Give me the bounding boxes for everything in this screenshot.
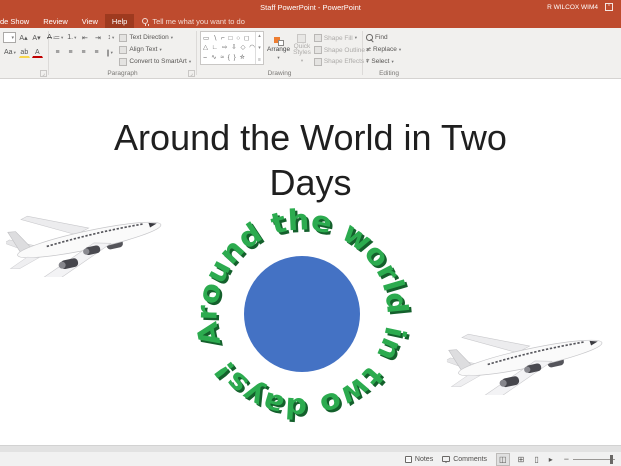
align-text-button[interactable]: Align Text ▾ <box>119 44 191 55</box>
shape-fill-icon <box>313 34 322 43</box>
globe-circle <box>244 256 360 372</box>
convert-smartart-button[interactable]: Convert to SmartArt ▾ <box>119 56 191 67</box>
shrink-font-button[interactable]: A▾ <box>31 32 42 43</box>
shapes-row[interactable]: △ ∟ ⇨ ⇩ ◇ ◠ <box>203 43 255 51</box>
shapes-gallery-scrollbar[interactable]: ▴ ▾ ≡ <box>255 32 263 64</box>
numbering-button[interactable]: 1. ▾ <box>66 32 77 43</box>
font-size-combobox[interactable]: ▾ <box>3 32 16 43</box>
columns-button[interactable]: ∥ ▾ <box>104 47 115 58</box>
wordart-globe-graphic[interactable]: Around the world in two days! Around the… <box>184 196 420 432</box>
shape-effects-button[interactable]: Shape Effects ▾ <box>313 56 369 67</box>
signed-in-user: R WILCOX WIM4 <box>547 3 598 11</box>
shapes-gallery[interactable]: ▭ ∖ ⌐ □ ○ ◻ △ ∟ ⇨ ⇩ ◇ ◠ ⌣ ∿ ≈ { } ☆ ▴ ▾ … <box>200 31 264 65</box>
paragraph-group: ≔ ▾ 1. ▾ ⇤ ⇥ ↕ ▾ ≡ ≡ ≡ ≡ ∥ ▾ Text Direction ▾… <box>49 28 196 78</box>
normal-view-button[interactable]: ◫ <box>496 452 510 466</box>
editing-group-label: Editing <box>379 70 399 77</box>
comments-icon <box>442 456 451 463</box>
editing-group: Find ⇄ Replace ▾ ⌖ Select ▾ Editing <box>363 28 415 78</box>
airplane-image-right[interactable] <box>446 309 614 395</box>
arrange-icon <box>273 37 284 46</box>
ribbon: ▾ A▴ A▾ A Aa ▾ ab A ⌟ ≔ ▾ 1. ▾ ⇤ ⇥ ↕ ▾ ≡… <box>0 28 621 79</box>
ribbon-display-options-icon[interactable]: ⌃ <box>605 3 613 11</box>
shape-outline-button[interactable]: Shape Outline ▾ <box>313 45 369 56</box>
font-dialog-launcher-icon[interactable]: ⌟ <box>40 70 47 77</box>
quick-styles-icon <box>297 33 307 43</box>
select-button[interactable]: ⌖ Select ▾ <box>366 56 401 67</box>
notes-button[interactable]: Notes <box>404 455 433 463</box>
zoom-slider[interactable] <box>573 454 615 464</box>
text-direction-icon <box>119 33 128 42</box>
increase-indent-button[interactable]: ⇥ <box>92 32 103 43</box>
align-center-button[interactable]: ≡ <box>65 47 76 58</box>
shape-effects-icon <box>313 57 322 66</box>
shape-outline-icon <box>313 46 322 54</box>
text-direction-button[interactable]: Text Direction ▾ <box>119 32 191 43</box>
arrange-button[interactable]: Arrange ▾ <box>267 31 290 67</box>
slide-canvas[interactable]: Around the World in Two Days Around the … <box>0 79 621 446</box>
title-bar: Staff PowerPoint - PowerPoint R WILCOX W… <box>0 0 621 14</box>
drawing-group-label: Drawing <box>267 70 292 77</box>
tab-help[interactable]: Help <box>104 14 135 28</box>
airplane-image-left[interactable] <box>6 191 172 277</box>
find-button[interactable]: Find <box>366 32 401 43</box>
gallery-more-icon[interactable]: ≡ <box>258 57 261 63</box>
chevron-down-icon: ▾ <box>13 49 16 55</box>
justify-button[interactable]: ≡ <box>91 47 102 58</box>
comments-button[interactable]: Comments <box>442 456 487 463</box>
shapes-row[interactable]: ▭ ∖ ⌐ □ ○ ◻ <box>203 34 253 42</box>
status-bar: Notes Comments ◫ ⊞ ▯ ▸ − <box>0 452 621 466</box>
change-case-button[interactable]: Aa ▾ <box>3 47 17 58</box>
line-spacing-button[interactable]: ↕ ▾ <box>105 32 116 43</box>
text-highlight-button[interactable]: ab <box>18 47 30 58</box>
lightbulb-icon <box>142 18 149 26</box>
zoom-out-button[interactable]: − <box>564 454 569 464</box>
grow-font-button[interactable]: A▴ <box>18 32 29 43</box>
replace-button[interactable]: ⇄ Replace ▾ <box>366 44 401 55</box>
bullets-button[interactable]: ≔ ▾ <box>52 32 64 43</box>
reading-view-button[interactable]: ▯ <box>532 454 540 465</box>
paragraph-dialog-launcher-icon[interactable]: ⌟ <box>188 70 195 77</box>
quick-styles-button[interactable]: Quick Styles ▾ <box>293 31 311 67</box>
drawing-group: ▭ ∖ ⌐ □ ○ ◻ △ ∟ ⇨ ⇩ ◇ ◠ ⌣ ∿ ≈ { } ☆ ▴ ▾ … <box>197 28 369 78</box>
slide-title-line1: Around the World in Two <box>114 117 507 158</box>
smartart-icon <box>119 57 128 66</box>
tab-slide-show[interactable]: de Show <box>0 14 36 28</box>
zoom-control: − <box>564 454 615 464</box>
scroll-down-icon[interactable]: ▾ <box>258 45 261 51</box>
decrease-indent-button[interactable]: ⇤ <box>79 32 90 43</box>
zoom-slider-handle[interactable] <box>610 454 613 464</box>
slide-sorter-view-button[interactable]: ⊞ <box>516 454 527 465</box>
paragraph-group-label: Paragraph <box>107 70 138 77</box>
notes-icon <box>404 455 412 463</box>
window-title: Staff PowerPoint - PowerPoint <box>260 2 361 12</box>
align-left-button[interactable]: ≡ <box>52 47 63 58</box>
tell-me-box[interactable]: Tell me what you want to do <box>134 14 253 28</box>
align-right-button[interactable]: ≡ <box>78 47 89 58</box>
replace-icon: ⇄ <box>366 47 372 53</box>
font-group: ▾ A▴ A▾ A Aa ▾ ab A ⌟ <box>0 28 52 78</box>
scroll-up-icon[interactable]: ▴ <box>258 33 261 39</box>
search-icon <box>366 34 373 41</box>
align-text-icon <box>119 45 128 54</box>
slideshow-view-button[interactable]: ▸ <box>547 454 555 465</box>
ribbon-tab-row: de Show Review View Help Tell me what yo… <box>0 14 621 28</box>
font-color-button[interactable]: A <box>31 47 43 58</box>
shape-fill-button[interactable]: Shape Fill ▾ <box>313 33 369 44</box>
select-cursor-icon: ⌖ <box>366 58 370 64</box>
tab-review[interactable]: Review <box>36 14 75 28</box>
tab-view[interactable]: View <box>75 14 105 28</box>
tell-me-label: Tell me what you want to do <box>152 16 245 26</box>
horizontal-scroll-strip[interactable] <box>0 445 621 452</box>
powerpoint-window: Staff PowerPoint - PowerPoint R WILCOX W… <box>0 0 621 466</box>
shapes-row[interactable]: ⌣ ∿ ≈ { } ☆ <box>203 53 253 62</box>
chevron-down-icon: ▾ <box>11 34 14 41</box>
